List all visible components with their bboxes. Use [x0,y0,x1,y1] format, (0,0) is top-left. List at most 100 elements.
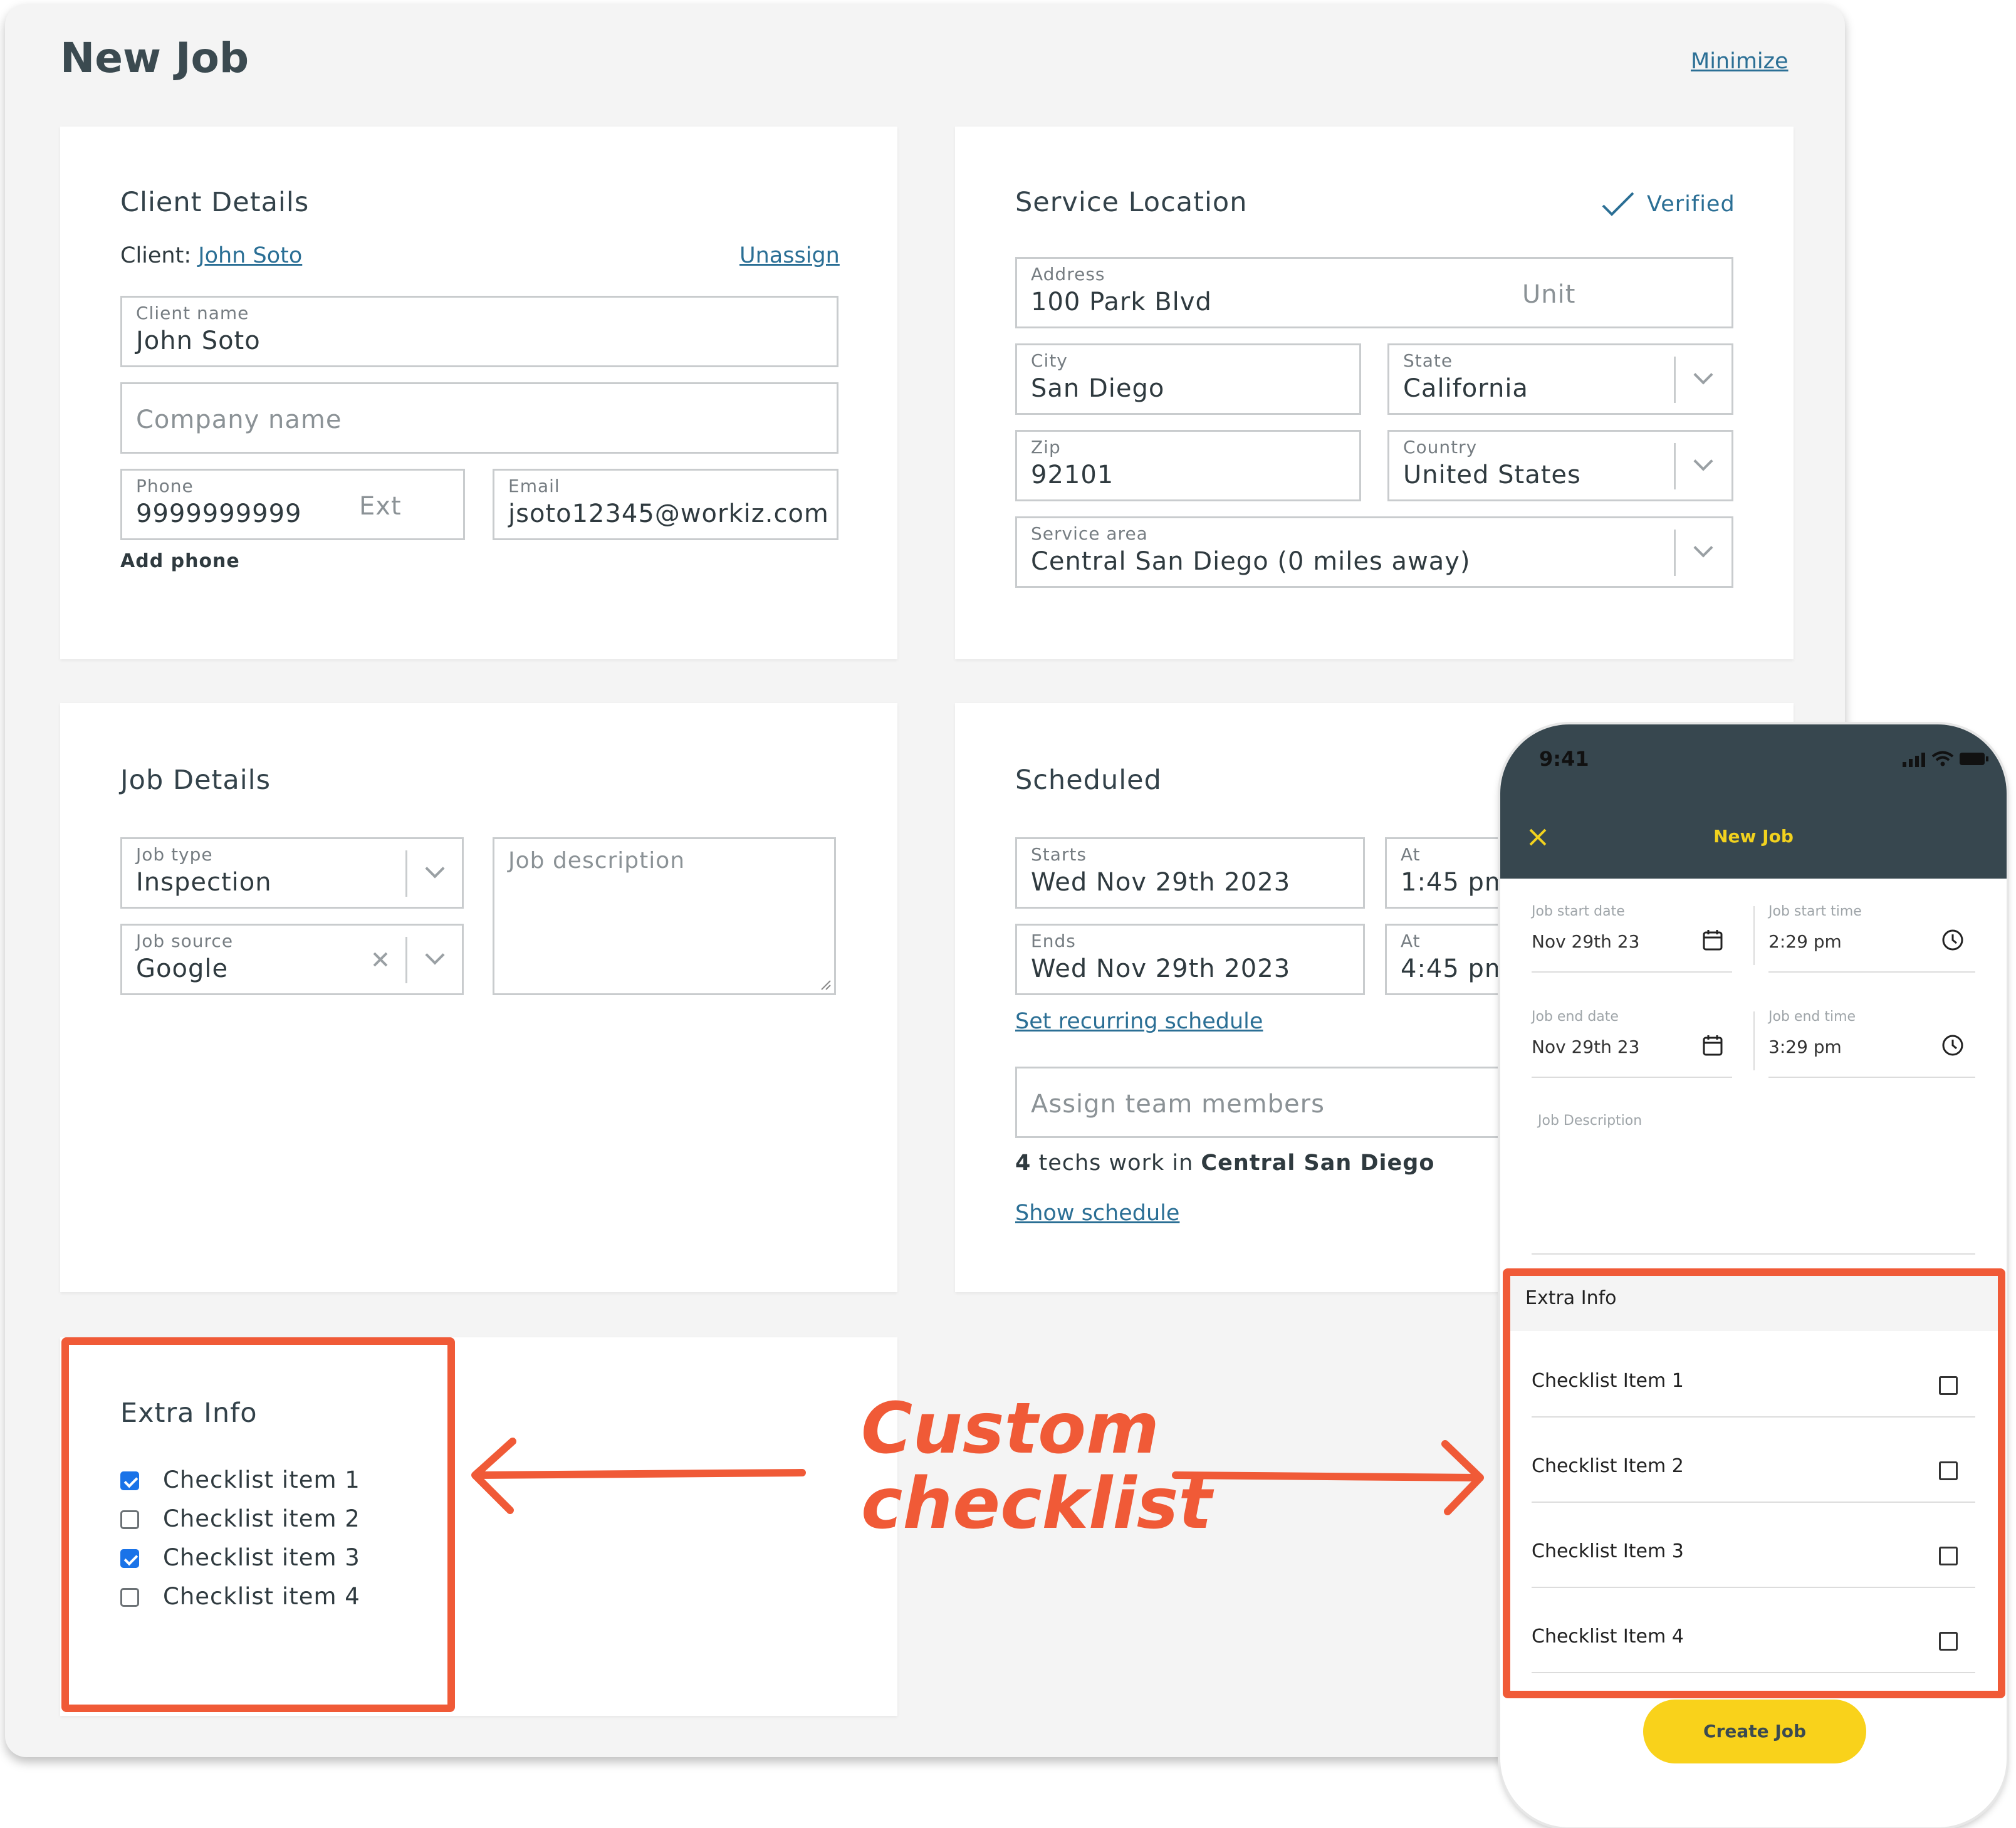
address-value: 100 Park Blvd [1031,288,1212,316]
country-select[interactable]: Country United States [1387,430,1733,501]
state-value: California [1403,374,1528,403]
job-type-label: Job type [136,844,213,865]
clock-icon[interactable] [1941,1034,1964,1057]
wifi-icon [1931,751,1954,766]
address-field[interactable]: Address 100 Park Blvd Unit [1015,257,1733,328]
phone-field[interactable]: Phone 9999999999 Ext [120,469,465,540]
job-source-select[interactable]: Job source Google [120,924,464,995]
unassign-link[interactable]: Unassign [739,243,840,268]
job-end-time-value[interactable]: 3:29 pm [1768,1037,1842,1057]
show-schedule-link[interactable]: Show schedule [1015,1201,1179,1226]
ends-field[interactable]: Ends Wed Nov 29th 2023 [1015,924,1365,995]
vertical-divider [1753,1011,1755,1070]
phone-ext-placeholder[interactable]: Ext [359,492,402,521]
starts-value: Wed Nov 29th 2023 [1031,868,1291,897]
service-location-title: Service Location [1015,187,1248,218]
chevron-down-icon[interactable] [1693,365,1713,385]
scheduled-title: Scheduled [1015,765,1162,796]
ends-at-label: At [1401,931,1421,951]
service-location-card: Service Location Verified Address 100 Pa… [955,127,1794,659]
service-area-separator [1674,530,1676,576]
email-value: jsoto12345@workiz.com [508,499,829,528]
status-time: 9:41 [1539,747,1589,771]
job-start-date-value[interactable]: Nov 29th 23 [1532,931,1639,952]
job-type-select[interactable]: Job type Inspection [120,837,464,909]
state-select[interactable]: State California [1387,343,1733,415]
zip-label: Zip [1031,437,1061,457]
job-end-date-value[interactable]: Nov 29th 23 [1532,1037,1639,1057]
divider [1532,971,1732,973]
techs-count: 4 [1015,1151,1032,1176]
starts-field[interactable]: Starts Wed Nov 29th 2023 [1015,837,1365,909]
company-name-placeholder: Company name [136,405,342,434]
vertical-divider [1753,906,1755,965]
state-separator [1674,357,1676,403]
zip-value: 92101 [1031,461,1114,489]
chevron-down-icon[interactable] [425,859,445,879]
state-label: State [1403,350,1453,371]
arrow-left-icon [471,1438,806,1514]
ends-at-value: 4:45 pm [1401,954,1510,983]
city-field[interactable]: City San Diego [1015,343,1361,415]
company-name-field[interactable]: Company name [120,382,838,454]
job-type-value: Inspection [136,868,272,897]
phone-value: 9999999999 [136,499,302,528]
email-field[interactable]: Email jsoto12345@workiz.com [493,469,838,540]
job-start-time-value[interactable]: 2:29 pm [1768,931,1842,952]
chevron-down-icon[interactable] [1693,538,1713,558]
assign-team-input[interactable]: Assign team members [1015,1067,1579,1138]
divider [1768,971,1975,973]
chevron-down-icon[interactable] [425,945,445,965]
service-area-select[interactable]: Service area Central San Diego (0 miles … [1015,516,1733,588]
job-source-value: Google [136,954,229,983]
starts-at-label: At [1401,844,1421,865]
job-description-label[interactable]: Job Description [1538,1113,1642,1129]
job-details-title: Job Details [120,765,271,796]
city-label: City [1031,350,1068,371]
client-name-field[interactable]: Client name John Soto [120,296,838,367]
email-label: Email [508,476,560,496]
divider [1768,1077,1975,1078]
resize-handle-icon[interactable] [818,977,832,991]
techs-area: Central San Diego [1201,1151,1435,1176]
zip-field[interactable]: Zip 92101 [1015,430,1361,501]
job-details-card: Job Details Job type Inspection Job sour… [60,703,897,1292]
phone-title: New Job [1713,826,1794,847]
unit-placeholder[interactable]: Unit [1522,280,1575,309]
phone-highlight-box [1503,1268,2005,1698]
ends-label: Ends [1031,931,1076,951]
job-start-time-label: Job start time [1768,904,1862,919]
create-job-button[interactable]: Create Job [1643,1700,1866,1763]
job-source-label: Job source [136,931,234,951]
verified-check-icon [1602,192,1634,216]
add-phone-link[interactable]: Add phone [120,550,240,572]
set-recurring-link[interactable]: Set recurring schedule [1015,1009,1263,1034]
create-job-label: Create Job [1703,1721,1807,1742]
country-separator [1674,443,1676,489]
clock-icon[interactable] [1941,929,1964,951]
assign-team-placeholder: Assign team members [1031,1090,1325,1119]
job-end-time-label: Job end time [1768,1009,1856,1025]
client-row: Client: John Soto [120,243,302,268]
client-name-label: Client name [136,303,249,323]
battery-icon [1960,753,1988,765]
job-description-textarea[interactable]: Job description [493,837,836,995]
clear-icon[interactable] [372,951,389,968]
annotation-line-2: checklist [861,1463,1212,1545]
divider [1532,1253,1975,1255]
starts-label: Starts [1031,844,1087,865]
calendar-icon[interactable] [1702,929,1723,951]
client-link[interactable]: John Soto [198,243,302,268]
calendar-icon[interactable] [1702,1034,1723,1057]
minimize-link[interactable]: Minimize [1691,49,1789,74]
phone-label: Phone [136,476,194,496]
job-source-separator [405,937,407,983]
divider [1532,1077,1732,1078]
client-prefix: Client: [120,243,192,268]
techs-info: 4 techs work in Central San Diego [1015,1151,1434,1176]
client-details-card: Client Details Client: John Soto Unassig… [60,127,897,659]
chevron-down-icon[interactable] [1693,451,1713,471]
arrow-right-icon [1172,1440,1484,1515]
address-label: Address [1031,264,1105,285]
city-value: San Diego [1031,374,1165,403]
